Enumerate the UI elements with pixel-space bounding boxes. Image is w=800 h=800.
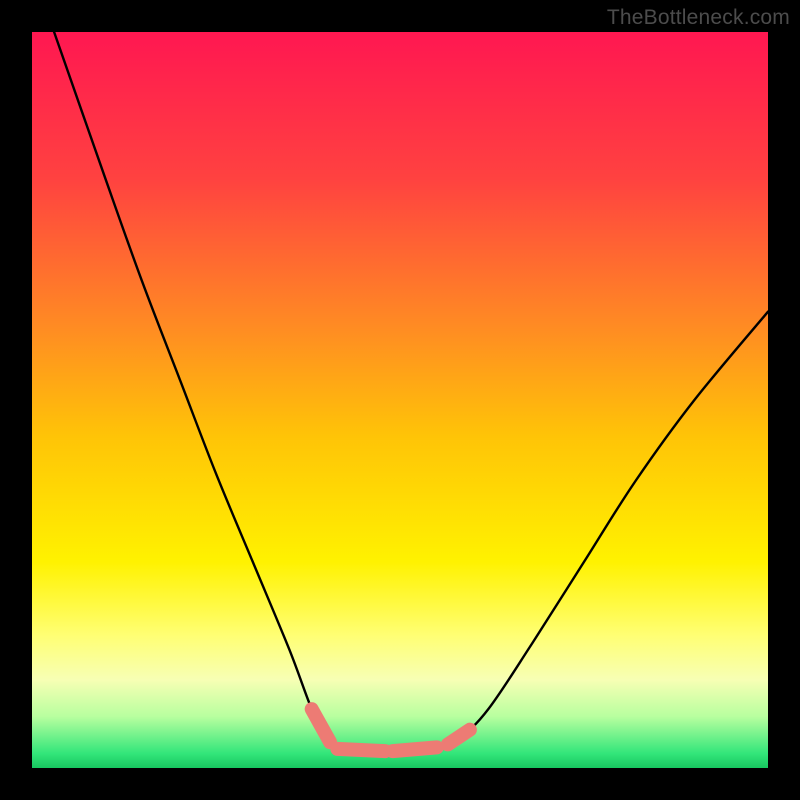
chart-plot-area <box>32 32 768 768</box>
chart-svg <box>32 32 768 768</box>
chart-background <box>32 32 768 768</box>
chart-frame: TheBottleneck.com <box>0 0 800 800</box>
trough-marker <box>337 749 385 751</box>
trough-marker <box>393 747 437 751</box>
watermark-text: TheBottleneck.com <box>607 6 790 30</box>
